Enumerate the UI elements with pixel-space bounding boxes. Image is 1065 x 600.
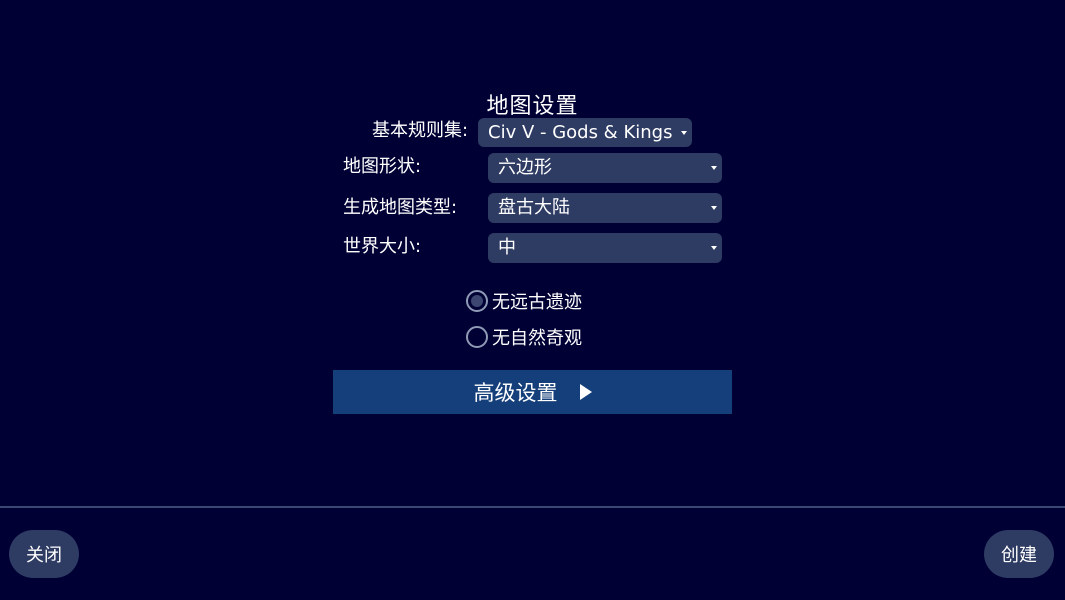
map-type-select[interactable]: 盘古大陆 [488,193,722,223]
create-button[interactable]: 创建 [984,530,1054,578]
map-shape-label: 地图形状: [343,156,422,177]
map-shape-select[interactable]: 六边形 [488,153,722,183]
map-type-value: 盘古大陆 [498,197,570,218]
chevron-down-icon [681,131,687,135]
ruleset-select[interactable]: Civ V - Gods & Kings [478,118,692,147]
chevron-down-icon [711,246,717,250]
close-button-label: 关闭 [26,545,62,566]
checkbox-icon[interactable] [466,326,488,348]
chevron-down-icon [711,166,717,170]
no-ancient-ruins-option[interactable]: 无远古遗迹 [466,286,582,316]
no-natural-wonders-option[interactable]: 无自然奇观 [466,322,582,352]
footer-divider [0,506,1065,508]
page-title: 地图设置 [486,94,579,119]
create-button-label: 创建 [1001,545,1037,566]
checkbox-icon[interactable] [466,290,488,312]
world-size-label: 世界大小: [343,236,422,257]
map-type-label: 生成地图类型: [343,197,458,218]
map-shape-value: 六边形 [498,157,552,178]
close-button[interactable]: 关闭 [9,530,79,578]
advanced-settings-label: 高级设置 [473,381,558,405]
ruleset-value: Civ V - Gods & Kings [488,122,673,143]
world-size-value: 中 [498,237,516,258]
no-ancient-ruins-label: 无远古遗迹 [492,292,582,313]
ruleset-label: 基本规则集: [372,120,469,141]
play-arrow-icon [579,384,592,400]
chevron-down-icon [711,206,717,210]
advanced-settings-button[interactable]: 高级设置 [333,370,732,414]
world-size-select[interactable]: 中 [488,233,722,263]
no-natural-wonders-label: 无自然奇观 [492,328,582,349]
